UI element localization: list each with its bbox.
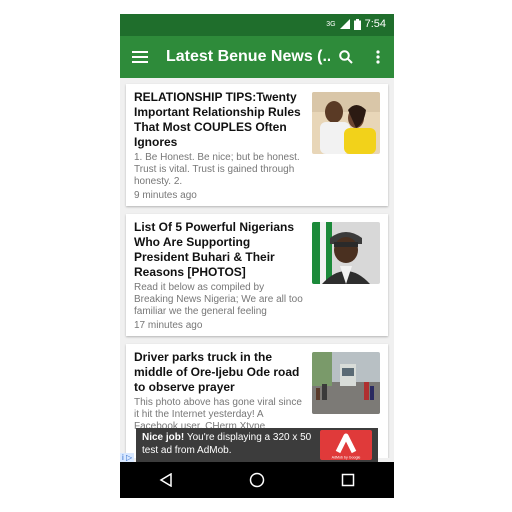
app-bar: Latest Benue News (... [120,36,394,78]
search-button[interactable] [330,36,362,78]
clock: 7:54 [364,18,386,30]
status-icons: 3G 7:54 [326,18,386,30]
card-text: Driver parks truck in the middle of Ore-… [134,350,306,433]
admob-logo-icon: AdMob by Google [332,433,361,460]
more-vert-icon [376,50,380,64]
news-card[interactable]: List Of 5 Powerful Nigerians Who Are Sup… [126,214,388,336]
president-photo [312,222,380,284]
article-headline[interactable]: List Of 5 Powerful Nigerians Who Are Sup… [134,220,306,280]
network-type-label: 3G [326,20,336,28]
home-button[interactable] [237,462,277,498]
truck-road-photo [312,352,380,414]
overflow-menu-button[interactable] [362,36,394,78]
admob-banner[interactable]: Nice job! You're displaying a 320 x 50 t… [120,428,378,462]
news-feed: RELATIONSHIP TIPS:Twenty Important Relat… [120,78,394,458]
signal-icon [339,19,350,29]
app-title: Latest Benue News (... [166,48,330,65]
article-time: 9 minutes ago [134,190,197,201]
couple-photo [312,92,380,154]
adchoices-icon[interactable]: i ▷ [120,453,135,462]
admob-logo: AdMob by Google [320,430,372,460]
back-button[interactable] [146,462,186,498]
search-icon [339,50,353,64]
phone-screen: 3G 7:54 Latest Benue News (... RELATIONS… [120,14,394,498]
article-thumbnail[interactable] [312,352,380,414]
status-bar: 3G 7:54 [120,14,394,36]
ad-text: Nice job! You're displaying a 320 x 50 t… [142,431,322,457]
article-thumbnail[interactable] [312,92,380,154]
news-card[interactable]: RELATIONSHIP TIPS:Twenty Important Relat… [126,84,388,206]
battery-icon [353,18,361,30]
recents-icon [342,473,355,487]
article-excerpt: 1. Be Honest. Be nice; but be honest. Tr… [134,152,300,187]
article-headline[interactable]: Driver parks truck in the middle of Ore-… [134,350,306,395]
hamburger-icon [132,51,148,63]
article-thumbnail[interactable] [312,222,380,284]
card-text: RELATIONSHIP TIPS:Twenty Important Relat… [134,90,306,201]
menu-button[interactable] [120,36,160,78]
recents-button[interactable] [328,462,368,498]
ad-text-bold: Nice job! [142,432,185,443]
article-time: 17 minutes ago [134,320,203,331]
home-icon [249,472,265,488]
article-headline[interactable]: RELATIONSHIP TIPS:Twenty Important Relat… [134,90,306,150]
article-excerpt: Read it below as compiled by Breaking Ne… [134,282,303,317]
admob-badge-text: AdMob by Google [332,456,361,460]
card-text: List Of 5 Powerful Nigerians Who Are Sup… [134,220,306,331]
back-icon [159,473,172,487]
nav-bar [120,462,394,498]
